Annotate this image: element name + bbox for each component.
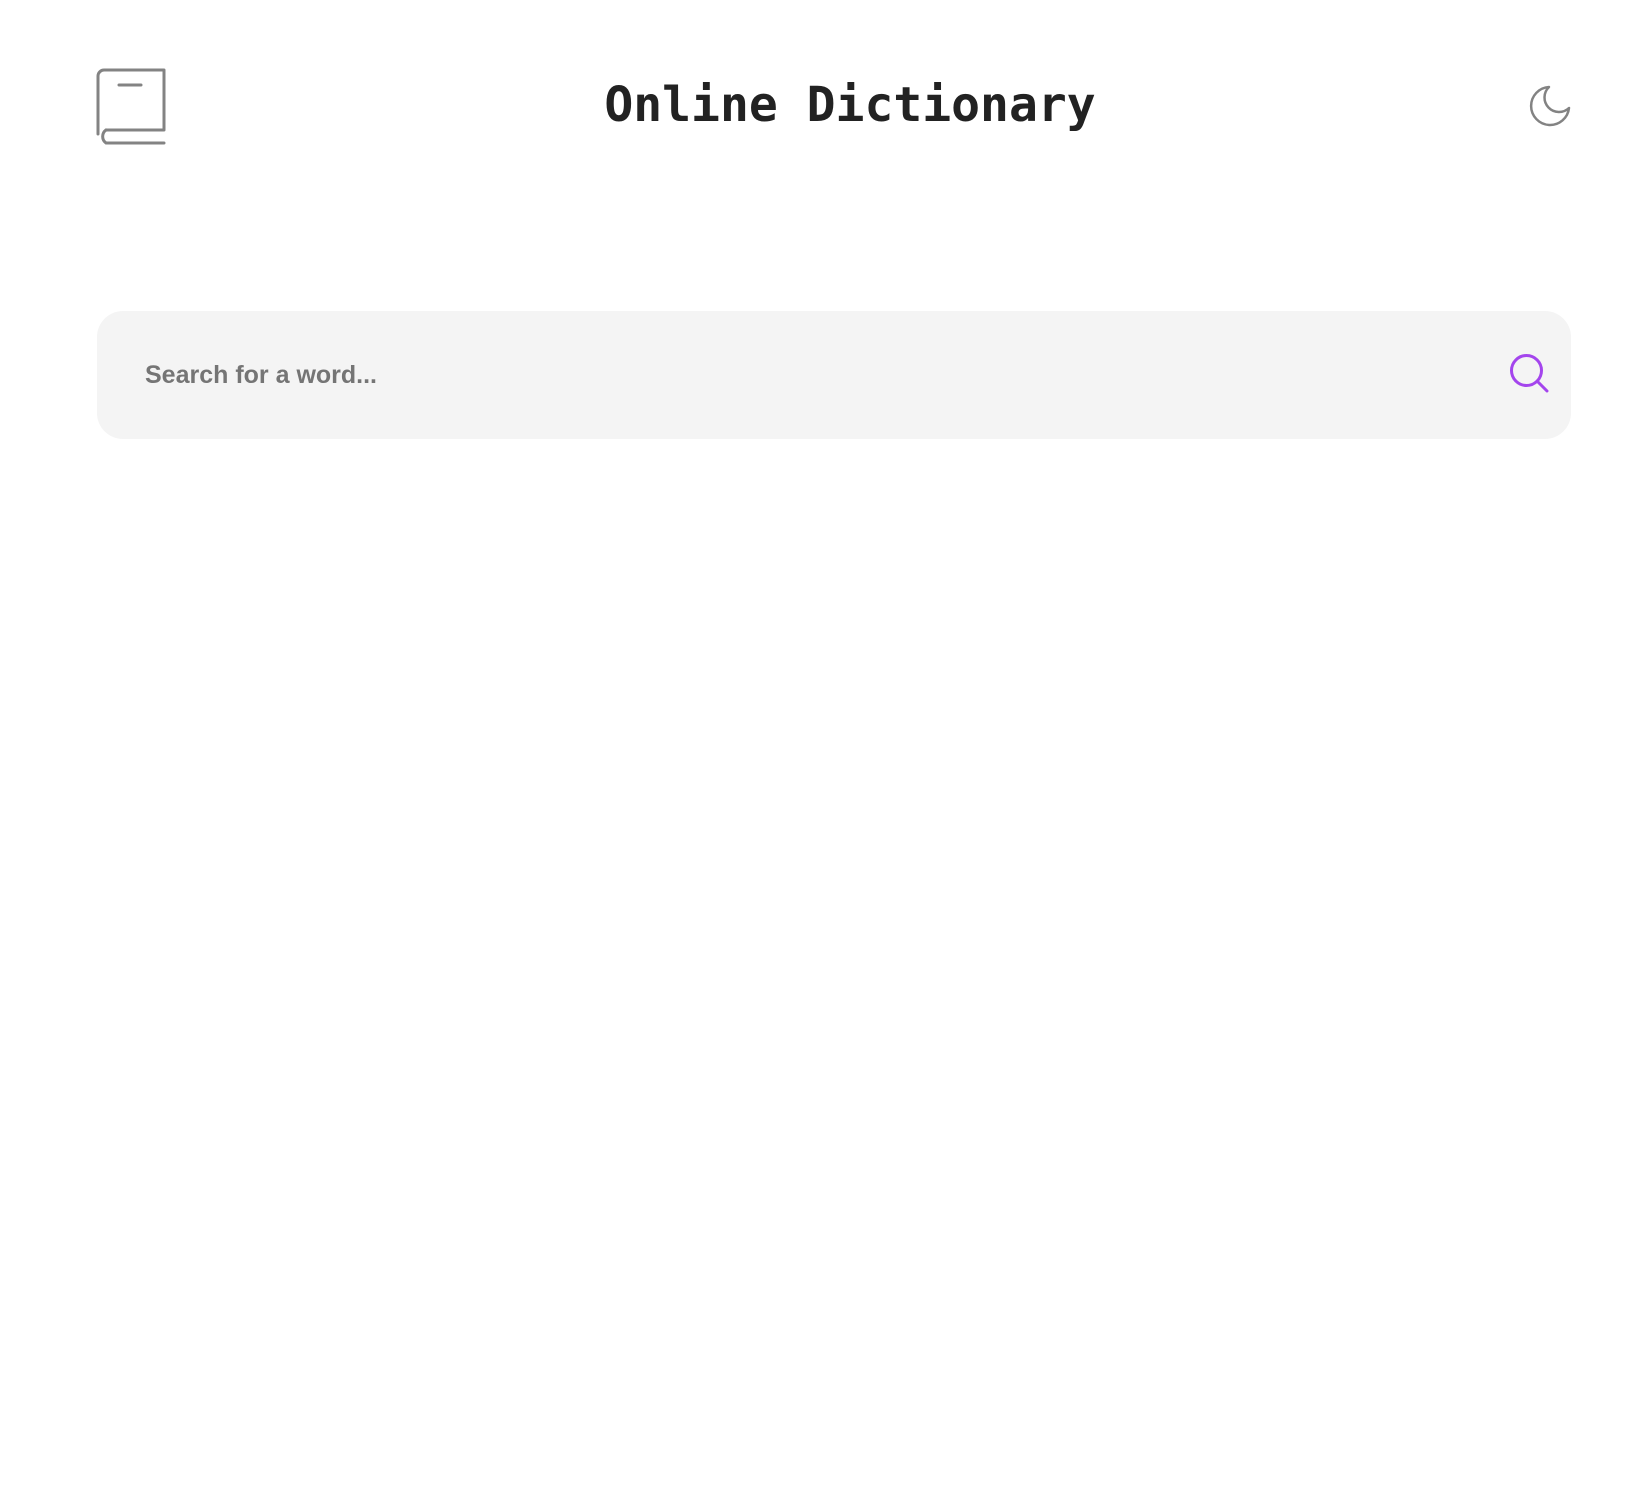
search-button[interactable] bbox=[1509, 353, 1551, 395]
search-icon bbox=[1510, 354, 1549, 393]
moon-icon bbox=[1529, 85, 1571, 127]
search-input[interactable] bbox=[97, 311, 1477, 439]
search-bar bbox=[97, 311, 1571, 439]
page-title: Online Dictionary bbox=[604, 77, 1096, 133]
app-header: Online Dictionary bbox=[0, 0, 1650, 220]
theme-toggle-button[interactable] bbox=[1528, 84, 1572, 128]
